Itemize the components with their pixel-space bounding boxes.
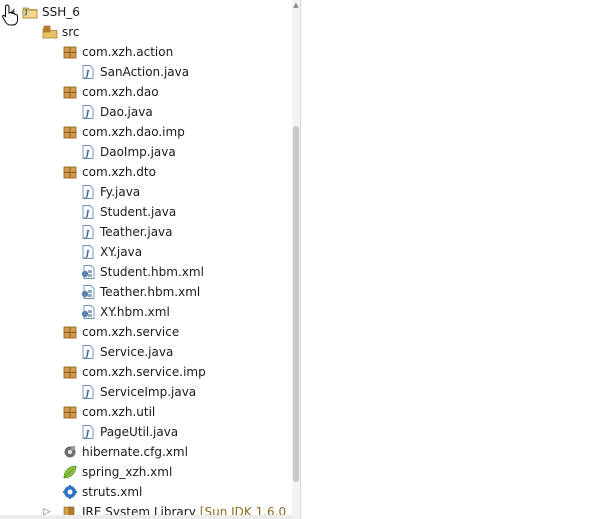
file-label: ServiceImp.java [100,385,197,399]
package-label: com.xzh.util [82,405,156,419]
file-label: PageUtil.java [100,425,179,439]
tree-node-hbm-file[interactable]: Teather.hbm.xml [0,282,292,302]
tree-node-config-file[interactable]: hibernate.cfg.xml [0,442,292,462]
java-file-icon: J [80,344,96,360]
package-icon [62,164,78,180]
package-icon [62,364,78,380]
file-label: Teather.hbm.xml [100,285,201,299]
vertical-scrollbar[interactable]: ▲ [292,0,300,519]
package-icon [62,324,78,340]
package-label: com.xzh.dto [82,165,156,179]
java-file-icon: J [80,144,96,160]
hibernate-mapping-icon [80,264,96,280]
file-label: Dao.java [100,105,153,119]
scroll-up-arrow-icon[interactable]: ▲ [293,2,299,9]
file-label: SanAction.java [100,65,190,79]
src-label: src [62,25,80,39]
tree-node-java-file[interactable]: J PageUtil.java [0,422,292,442]
file-label: Fy.java [100,185,141,199]
tree-node-java-file[interactable]: J DaoImp.java [0,142,292,162]
project-folder-icon: J [22,4,38,20]
tree-node-java-file[interactable]: J ServiceImp.java [0,382,292,402]
horizontal-scrollbar[interactable] [0,515,292,519]
project-name: SSH_6 [42,5,80,19]
tree-node-java-file[interactable]: J XY.java [0,242,292,262]
file-label: struts.xml [82,485,143,499]
package-icon [62,404,78,420]
file-label: hibernate.cfg.xml [82,445,188,459]
tree-node-hbm-file[interactable]: XY.hbm.xml [0,302,292,322]
tree-node-java-file[interactable]: J Fy.java [0,182,292,202]
package-label: com.xzh.dao [82,85,159,99]
source-folder-icon [42,24,58,40]
file-label: Service.java [100,345,174,359]
svg-text:J: J [24,8,28,16]
java-file-icon: J [80,184,96,200]
file-label: XY.hbm.xml [100,305,170,319]
hibernate-mapping-icon [80,284,96,300]
tree-node-src[interactable]: src [0,22,292,42]
file-label: Teather.java [100,225,173,239]
package-label: com.xzh.service.imp [82,365,206,379]
tree-node-java-file[interactable]: J Dao.java [0,102,292,122]
tree-node-package[interactable]: com.xzh.action [0,42,292,62]
package-icon [62,124,78,140]
java-file-icon: J [80,424,96,440]
tree-node-java-file[interactable]: J Service.java [0,342,292,362]
java-file-icon: J [80,104,96,120]
package-icon [62,44,78,60]
tree-node-java-file[interactable]: J SanAction.java [0,62,292,82]
java-file-icon: J [80,204,96,220]
scrollbar-thumb[interactable] [293,126,299,482]
file-label: DaoImp.java [100,145,176,159]
package-label: com.xzh.service [82,325,180,339]
tree-node-package[interactable]: com.xzh.dao.imp [0,122,292,142]
java-file-icon: J [80,384,96,400]
struts-gear-icon [62,484,78,500]
hibernate-mapping-icon [80,304,96,320]
package-label: com.xzh.dao.imp [82,125,185,139]
tree-node-package[interactable]: com.xzh.util [0,402,292,422]
spring-leaf-icon [62,464,78,480]
java-file-icon: J [80,244,96,260]
package-explorer-panel: ◢ J SSH_6 src com.xzh.action J SanAction… [0,0,301,519]
java-file-icon: J [80,224,96,240]
package-icon [62,84,78,100]
tree-node-package[interactable]: com.xzh.service [0,322,292,342]
hand-cursor-icon [2,4,18,26]
java-file-icon: J [80,64,96,80]
hibernate-config-icon [62,444,78,460]
tree-node-config-file[interactable]: struts.xml [0,482,292,502]
file-label: XY.java [100,245,143,259]
tree-node-package[interactable]: com.xzh.dto [0,162,292,182]
tree-node-java-file[interactable]: J Student.java [0,202,292,222]
tree-node-project[interactable]: ◢ J SSH_6 [0,2,292,22]
package-label: com.xzh.action [82,45,174,59]
tree-node-config-file[interactable]: spring_xzh.xml [0,462,292,482]
tree-node-hbm-file[interactable]: Student.hbm.xml [0,262,292,282]
file-label: spring_xzh.xml [82,465,173,479]
file-label: Student.hbm.xml [100,265,204,279]
tree-node-java-file[interactable]: J Teather.java [0,222,292,242]
file-label: Student.java [100,205,177,219]
tree-node-package[interactable]: com.xzh.dao [0,82,292,102]
tree-node-package[interactable]: com.xzh.service.imp [0,362,292,382]
